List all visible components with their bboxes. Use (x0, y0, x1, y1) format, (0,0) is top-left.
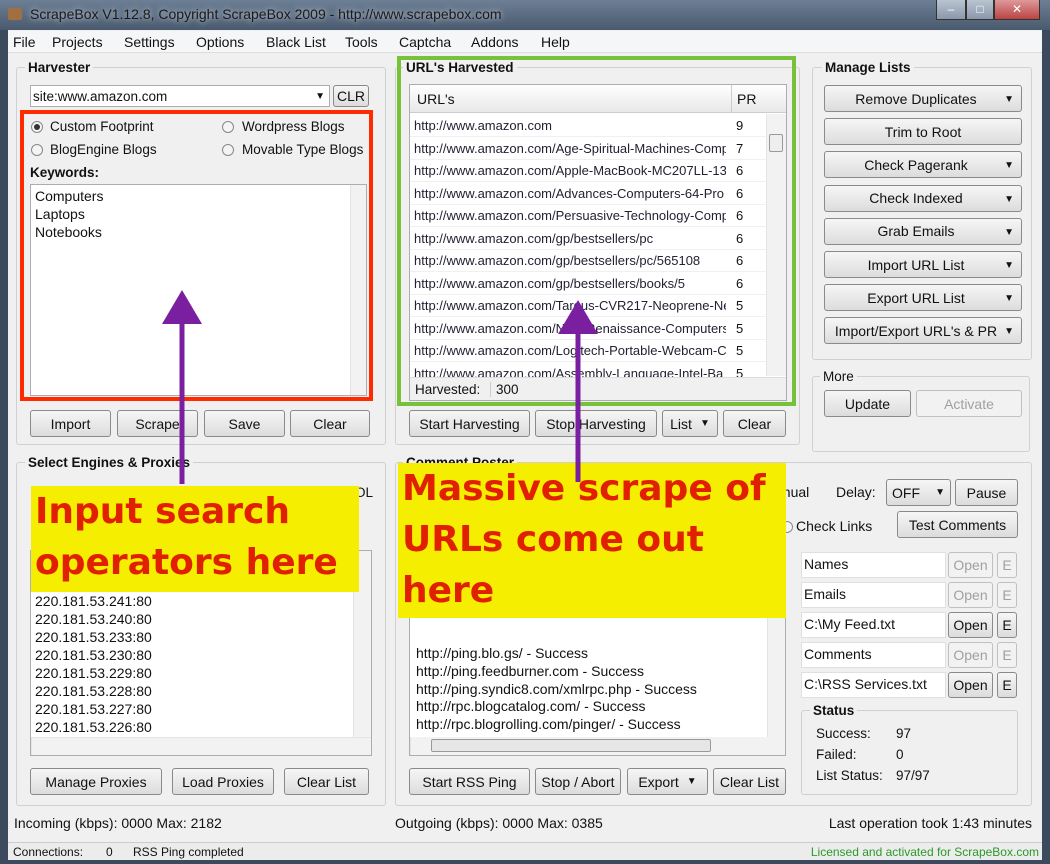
arrow-up-icon (558, 300, 598, 482)
annotation-arrows (162, 290, 598, 484)
arrow-up-icon (162, 290, 202, 484)
